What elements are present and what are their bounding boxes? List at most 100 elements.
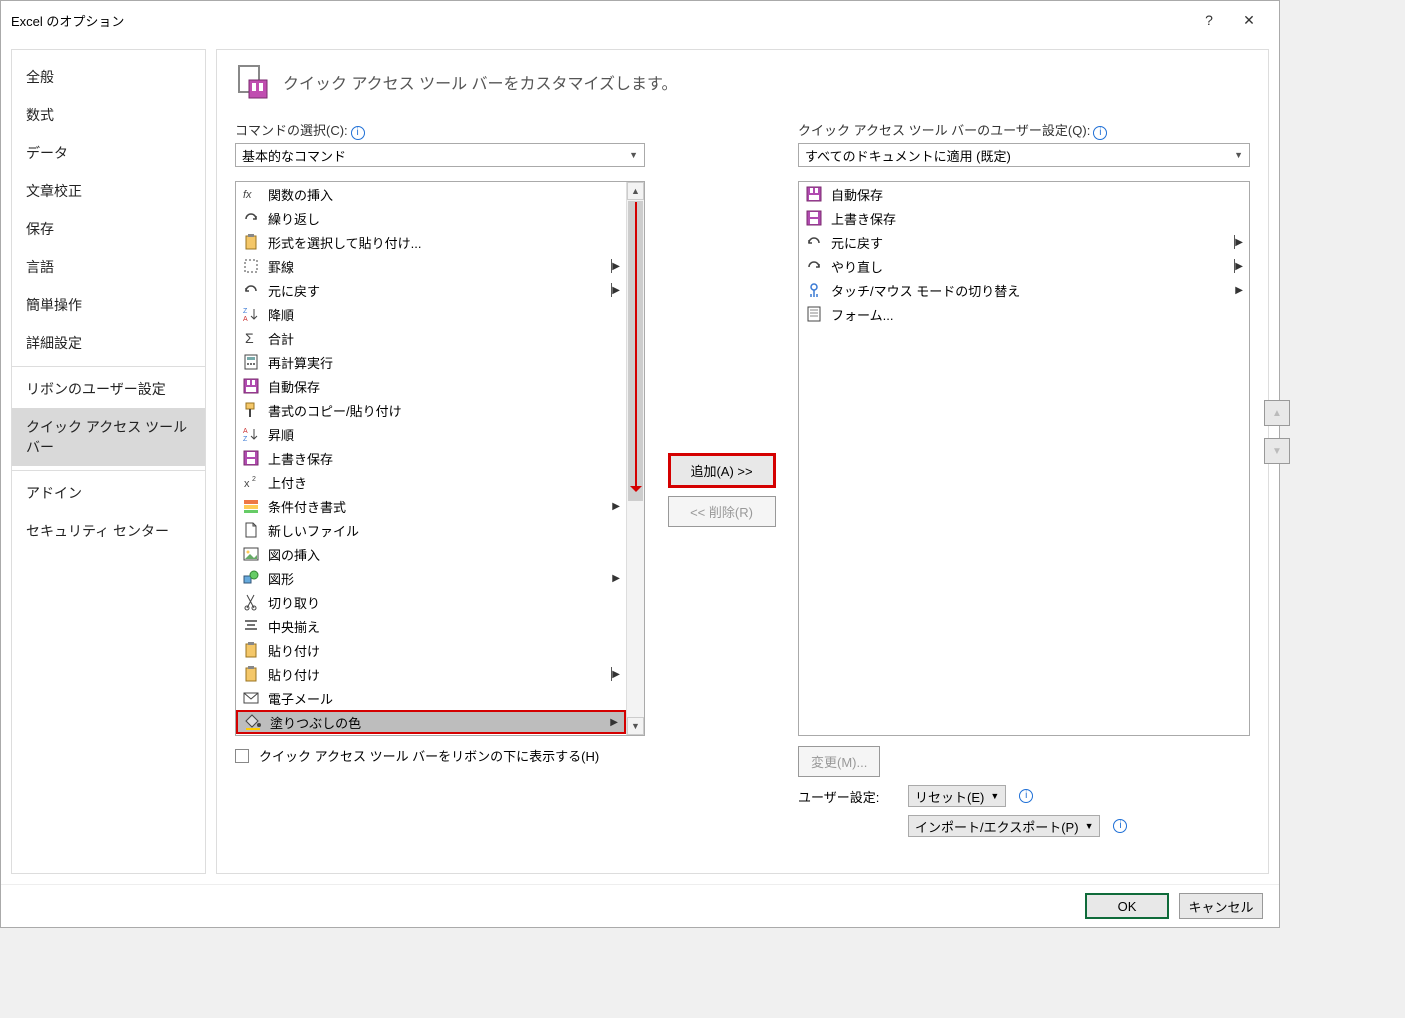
chevron-down-icon: ▼ — [1234, 150, 1243, 160]
submenu-indicator-icon: ▶ — [1235, 237, 1243, 248]
list-item[interactable]: 貼り付け▶ — [236, 662, 626, 686]
list-item[interactable]: 図形▶ — [236, 566, 626, 590]
autosave-icon — [803, 184, 825, 204]
list-item-label: 新しいファイル — [268, 521, 359, 540]
list-item[interactable]: 中央揃え — [236, 614, 626, 638]
show-below-ribbon-checkbox[interactable] — [235, 749, 249, 763]
list-item[interactable]: 自動保存 — [799, 182, 1249, 206]
list-item[interactable]: 切り取り — [236, 590, 626, 614]
list-item-label: 上付き — [268, 473, 307, 492]
sidebar-item[interactable]: セキュリティ センター — [12, 512, 205, 550]
list-item[interactable]: 罫線▶ — [236, 254, 626, 278]
commands-listbox[interactable]: fx関数の挿入繰り返し形式を選択して貼り付け...罫線▶元に戻す▶ZA降順Σ合計… — [236, 182, 626, 735]
annotation-arrow — [635, 202, 637, 490]
paste-icon — [240, 640, 262, 660]
sort-az-icon: AZ — [240, 424, 262, 444]
list-item-label: 上書き保存 — [831, 209, 896, 228]
qat-header-icon — [235, 64, 271, 100]
list-item[interactable]: fx関数の挿入 — [236, 182, 626, 206]
format-painter-icon — [240, 400, 262, 420]
list-item-label: 元に戻す — [831, 233, 883, 252]
list-item[interactable]: 書式のコピー/貼り付け — [236, 398, 626, 422]
list-item[interactable]: 上書き保存 — [236, 446, 626, 470]
list-item[interactable]: x2上付き — [236, 470, 626, 494]
list-item-label: 繰り返し — [268, 209, 320, 228]
list-item-label: 切り取り — [268, 593, 320, 612]
move-up-button[interactable]: ▲ — [1264, 400, 1290, 426]
sidebar-item[interactable]: 詳細設定 — [12, 324, 205, 362]
email-icon — [240, 688, 262, 708]
list-item-label: 中央揃え — [268, 617, 320, 636]
list-item[interactable]: 形式を選択して貼り付け... — [236, 230, 626, 254]
cancel-button[interactable]: キャンセル — [1179, 893, 1263, 919]
sidebar-item[interactable]: 文章校正 — [12, 172, 205, 210]
move-down-button[interactable]: ▼ — [1264, 438, 1290, 464]
list-item-label: 自動保存 — [831, 185, 883, 204]
ok-button[interactable]: OK — [1085, 893, 1169, 919]
customize-qat-value: すべてのドキュメントに適用 (既定) — [805, 146, 1011, 165]
list-item[interactable]: 塗りつぶしの色▶ — [236, 710, 626, 734]
sigma-icon: Σ — [240, 328, 262, 348]
options-dialog: Excel のオプション ? ✕ 全般数式データ文章校正保存言語簡単操作詳細設定… — [0, 0, 1280, 928]
list-item[interactable]: 繰り返し — [236, 206, 626, 230]
list-item[interactable]: 新しいファイル — [236, 518, 626, 542]
commands-from-dropdown[interactable]: 基本的なコマンド ▼ — [235, 143, 645, 167]
info-icon[interactable]: i — [1019, 789, 1033, 803]
scroll-down-button[interactable]: ▼ — [627, 717, 644, 735]
sidebar-item[interactable]: アドイン — [12, 470, 205, 512]
reset-dropdown[interactable]: リセット(E)▼ — [908, 785, 1006, 807]
sidebar-item[interactable]: 全般 — [12, 58, 205, 96]
sidebar-item[interactable]: リボンのユーザー設定 — [12, 366, 205, 408]
sidebar-item[interactable]: 数式 — [12, 96, 205, 134]
sidebar-item[interactable]: 保存 — [12, 210, 205, 248]
list-item[interactable]: 電子メール — [236, 686, 626, 710]
redo-arrow-icon — [240, 208, 262, 228]
list-item[interactable]: Σ合計 — [236, 326, 626, 350]
list-item[interactable]: 表の挿入 — [236, 734, 626, 735]
redo-icon — [803, 256, 825, 276]
list-item-label: 電子メール — [268, 689, 333, 708]
list-item[interactable]: 図の挿入 — [236, 542, 626, 566]
autosave-icon — [240, 376, 262, 396]
list-item[interactable]: 自動保存 — [236, 374, 626, 398]
customize-qat-label: クイック アクセス ツール バーのユーザー設定(Q):i — [798, 120, 1250, 140]
submenu-indicator-icon: ▶ — [610, 717, 618, 728]
help-button[interactable]: ? — [1189, 12, 1229, 28]
sidebar-item[interactable]: クイック アクセス ツール バー — [12, 408, 205, 466]
svg-text:A: A — [243, 316, 248, 323]
header-title: クイック アクセス ツール バーをカスタマイズします。 — [283, 70, 677, 94]
sidebar-item[interactable]: データ — [12, 134, 205, 172]
sidebar-item[interactable]: 言語 — [12, 248, 205, 286]
info-icon[interactable]: i — [351, 126, 365, 140]
sort-za-icon: ZA — [240, 304, 262, 324]
scroll-up-button[interactable]: ▲ — [627, 182, 644, 200]
list-item[interactable]: ZA降順 — [236, 302, 626, 326]
sidebar-item[interactable]: 簡単操作 — [12, 286, 205, 324]
svg-text:Z: Z — [243, 308, 248, 315]
list-item[interactable]: 貼り付け — [236, 638, 626, 662]
import-export-dropdown[interactable]: インポート/エクスポート(P)▼ — [908, 815, 1100, 837]
info-icon[interactable]: i — [1093, 126, 1107, 140]
close-button[interactable]: ✕ — [1229, 12, 1269, 29]
left-scrollbar[interactable]: ▲ ▼ — [626, 182, 644, 735]
list-item[interactable]: 元に戻す ▶ — [799, 230, 1249, 254]
list-item-label: 罫線 — [268, 257, 294, 276]
qat-listbox[interactable]: 自動保存上書き保存元に戻す ▶ やり直し▶タッチ/マウス モードの切り替え▶フォーム… — [799, 182, 1249, 735]
user-settings-label: ユーザー設定: — [798, 787, 898, 806]
list-item-label: 形式を選択して貼り付け... — [268, 233, 421, 252]
customize-qat-dropdown[interactable]: すべてのドキュメントに適用 (既定) ▼ — [798, 143, 1250, 167]
list-item[interactable]: 上書き保存 — [799, 206, 1249, 230]
paste-special-icon — [240, 232, 262, 252]
list-item[interactable]: 条件付き書式▶ — [236, 494, 626, 518]
modify-button: 変更(M)... — [798, 746, 880, 777]
list-item[interactable]: 再計算実行 — [236, 350, 626, 374]
list-item[interactable]: やり直し▶ — [799, 254, 1249, 278]
cut-icon — [240, 592, 262, 612]
add-button[interactable]: 追加(A) >> — [668, 453, 776, 488]
list-item[interactable]: フォーム... — [799, 302, 1249, 326]
list-item[interactable]: 元に戻す▶ — [236, 278, 626, 302]
info-icon[interactable]: i — [1113, 819, 1127, 833]
commands-from-label: コマンドの選択(C):i — [235, 120, 645, 140]
list-item[interactable]: タッチ/マウス モードの切り替え▶ — [799, 278, 1249, 302]
list-item[interactable]: AZ昇順 — [236, 422, 626, 446]
